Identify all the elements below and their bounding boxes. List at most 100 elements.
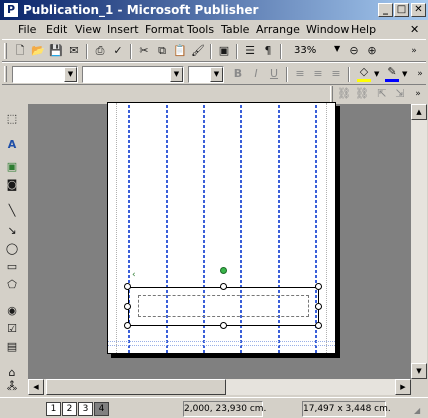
menu-insert[interactable]: Insert xyxy=(107,23,139,37)
bold-icon[interactable]: B xyxy=(230,66,246,82)
scroll-down-icon[interactable]: ▼ xyxy=(411,363,427,379)
vertical-scrollbar[interactable]: ▲ ▼ xyxy=(411,104,427,379)
resize-handle-top-left[interactable] xyxy=(124,283,131,290)
toolbar-separator xyxy=(236,44,238,59)
chevron-down-icon[interactable]: ▼ xyxy=(170,67,183,82)
rotate-handle[interactable] xyxy=(220,267,227,274)
menu-arrange[interactable]: Arrange xyxy=(256,23,300,37)
design-gallery-icon[interactable]: ▤ xyxy=(3,338,21,356)
chevron-down-icon[interactable]: ▼ xyxy=(64,67,77,82)
rectangle-icon[interactable]: ▭ xyxy=(3,258,21,276)
scroll-left-icon[interactable]: ◀ xyxy=(28,379,44,395)
previous-text-box-icon[interactable]: ⇱ xyxy=(374,86,390,102)
menu-table[interactable]: Table xyxy=(221,23,249,37)
chevron-down-icon[interactable]: ▼ xyxy=(210,67,223,82)
resize-handle-top[interactable] xyxy=(220,283,227,290)
picture-frame-icon[interactable]: ▣ xyxy=(3,158,21,176)
margin-guide xyxy=(116,103,117,353)
page-tab-2[interactable]: 2 xyxy=(62,402,77,416)
style-select[interactable]: ▼ xyxy=(12,66,78,83)
menu-window[interactable]: Window xyxy=(306,23,349,37)
hot-spot-icon[interactable]: ◉ xyxy=(3,302,21,320)
zoom-dropdown-icon[interactable]: ▼ xyxy=(334,44,340,53)
toolbar-options-icon[interactable]: » xyxy=(412,66,428,82)
open-icon[interactable]: 📂 xyxy=(30,43,46,59)
toolbar-options-icon[interactable]: » xyxy=(410,86,426,102)
fill-color-dropdown-icon[interactable]: ▼ xyxy=(374,70,379,78)
print-icon[interactable]: ⎙ xyxy=(92,43,108,59)
zoom-out-icon[interactable]: ⊖ xyxy=(346,43,362,59)
toolbar-grip[interactable] xyxy=(330,86,333,102)
menu-format[interactable]: Format xyxy=(145,23,184,37)
cut-icon[interactable]: ✂ xyxy=(136,43,152,59)
font-select[interactable]: ▼ xyxy=(82,66,184,83)
underline-icon[interactable]: U xyxy=(266,66,282,82)
italic-icon[interactable]: I xyxy=(248,66,264,82)
line-color-icon[interactable]: ✎ xyxy=(384,66,400,82)
formatting-toolbar: ▼ ▼ ▼ B I U ≡ ≡ ≡ ◇ ▼ ✎ ▼ » xyxy=(2,62,426,85)
new-icon[interactable]: 🗋 xyxy=(12,43,28,59)
page-tab-1[interactable]: 1 xyxy=(46,402,61,416)
resize-handle-right[interactable] xyxy=(315,303,322,310)
email-icon[interactable]: ✉ xyxy=(66,43,82,59)
maximize-button[interactable]: □ xyxy=(394,3,409,17)
fill-color-icon[interactable]: ◇ xyxy=(356,66,372,82)
break-forward-link-icon[interactable]: ⛓ xyxy=(354,86,370,102)
horizontal-scrollbar[interactable]: ◀ ▶ xyxy=(28,379,411,395)
next-text-box-icon[interactable]: ⇲ xyxy=(392,86,408,102)
columns-icon[interactable]: ☰ xyxy=(242,43,258,59)
form-control-icon[interactable]: ☑ xyxy=(3,320,21,338)
publisher-icon[interactable]: P xyxy=(3,2,19,18)
page-tab-3[interactable]: 3 xyxy=(78,402,93,416)
toolbar-options-icon[interactable]: » xyxy=(406,43,422,59)
toolbar-overflow-icon[interactable]: ⇕ xyxy=(8,380,16,390)
line-color-dropdown-icon[interactable]: ▼ xyxy=(402,70,407,78)
format-painter-icon[interactable]: 🖌 xyxy=(190,43,206,59)
line-icon[interactable]: ╲ xyxy=(3,202,21,220)
resize-grip-icon[interactable]: ◢ xyxy=(414,406,420,415)
horizontal-scroll-thumb[interactable] xyxy=(46,379,226,395)
zoom-select[interactable]: 33% ▼ xyxy=(288,43,342,60)
resize-handle-top-right[interactable] xyxy=(315,283,322,290)
toolbar-grip[interactable] xyxy=(4,43,7,59)
align-center-icon[interactable]: ≡ xyxy=(310,66,326,82)
scroll-up-icon[interactable]: ▲ xyxy=(411,104,427,120)
font-size-select[interactable]: ▼ xyxy=(188,66,224,83)
close-button[interactable]: ✕ xyxy=(411,3,426,17)
resize-handle-bottom[interactable] xyxy=(220,322,227,329)
select-objects-icon[interactable]: ⬚ xyxy=(3,110,21,128)
autoshapes-icon[interactable]: ⬠ xyxy=(3,276,21,294)
row-guide[interactable] xyxy=(108,341,335,342)
create-text-box-link-icon[interactable]: ⛓ xyxy=(336,86,352,102)
oval-icon[interactable]: ◯ xyxy=(3,240,21,258)
menu-help[interactable]: Help xyxy=(351,23,376,37)
page-tab-4[interactable]: 4 xyxy=(94,402,109,416)
minimize-button[interactable]: _ xyxy=(378,3,393,17)
align-right-icon[interactable]: ≡ xyxy=(328,66,344,82)
align-left-icon[interactable]: ≡ xyxy=(292,66,308,82)
copy-icon[interactable]: ⧉ xyxy=(154,43,170,59)
menu-edit[interactable]: Edit xyxy=(46,23,67,37)
paste-icon[interactable]: 📋 xyxy=(172,43,188,59)
text-box-icon[interactable]: A xyxy=(3,136,21,154)
scroll-right-icon[interactable]: ▶ xyxy=(395,379,411,395)
arrow-icon[interactable]: ↘ xyxy=(3,222,21,240)
resize-handle-bottom-left[interactable] xyxy=(124,322,131,329)
zoom-value: 33% xyxy=(294,45,317,56)
spelling-icon[interactable]: ✓ xyxy=(110,43,126,59)
row-guide[interactable] xyxy=(108,345,335,346)
insert-picture-icon[interactable]: ▣ xyxy=(216,43,232,59)
clip-art-icon[interactable]: ◙ xyxy=(3,176,21,194)
menu-tools[interactable]: Tools xyxy=(187,23,214,37)
menu-view[interactable]: View xyxy=(75,23,101,37)
resize-handle-left[interactable] xyxy=(124,303,131,310)
toolbar-grip[interactable] xyxy=(4,66,7,82)
zoom-in-icon[interactable]: ⊕ xyxy=(364,43,380,59)
scrollbar-corner xyxy=(411,379,427,395)
show-formatting-icon[interactable]: ¶ xyxy=(260,43,276,59)
title-bar[interactable]: P Publication_1 - Microsoft Publisher _ … xyxy=(0,0,428,20)
menu-file[interactable]: File xyxy=(18,23,36,37)
resize-handle-bottom-right[interactable] xyxy=(315,322,322,329)
close-document-icon[interactable]: ✕ xyxy=(410,23,419,37)
save-icon[interactable]: 💾 xyxy=(48,43,64,59)
